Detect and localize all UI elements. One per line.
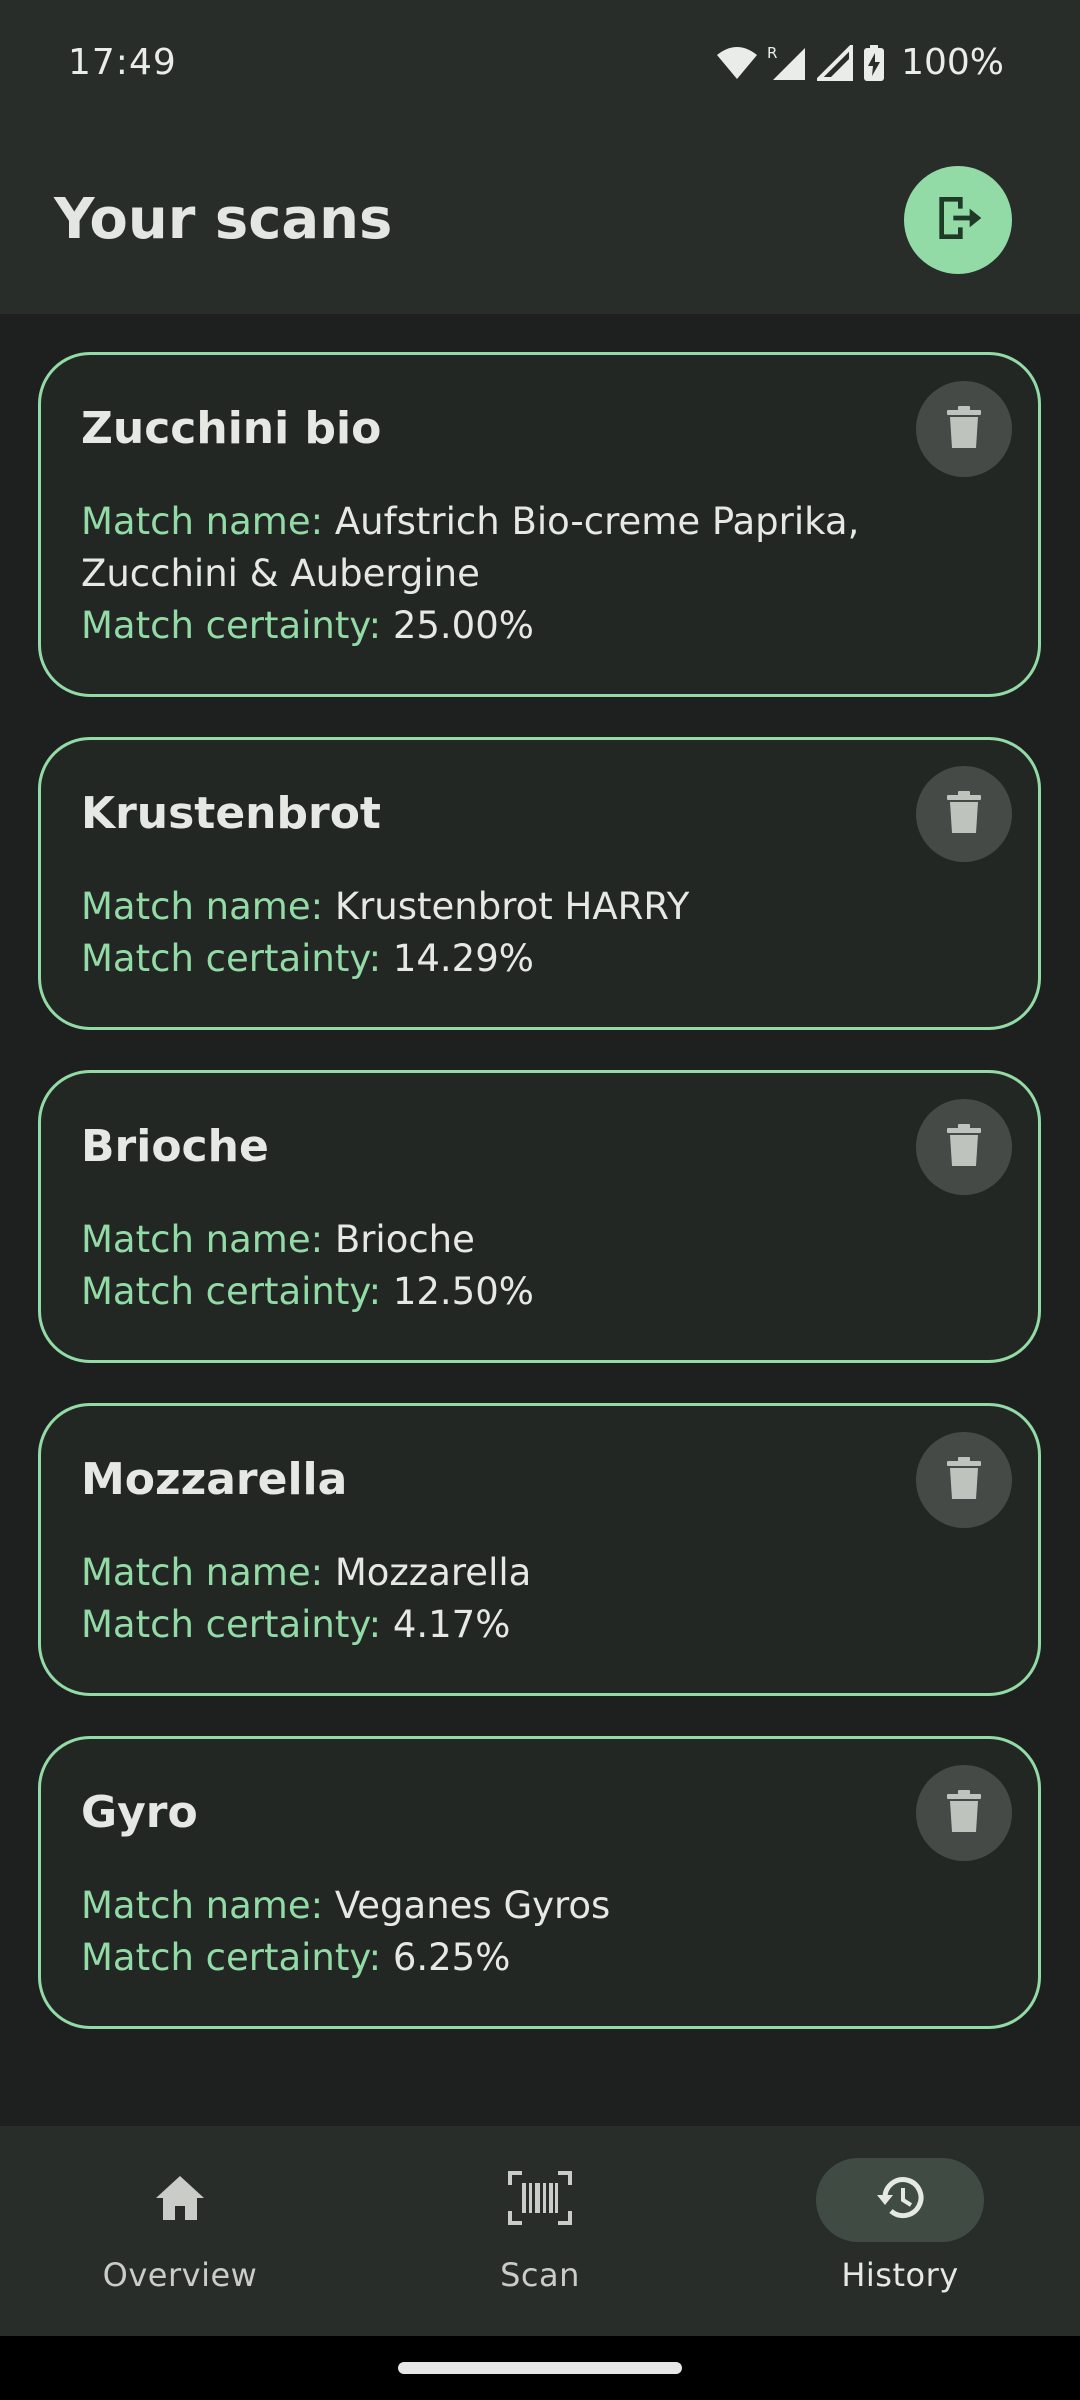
- match-name-line: Match name: Aufstrich Bio-creme Paprika,…: [81, 496, 998, 600]
- trash-icon: [947, 1124, 981, 1170]
- delete-button[interactable]: [916, 1099, 1012, 1195]
- match-name-label: Match name:: [81, 1218, 324, 1261]
- match-name-value: Veganes Gyros: [334, 1884, 611, 1927]
- signal-roaming-icon: R: [767, 44, 807, 82]
- scan-title: Mozzarella: [81, 1454, 348, 1505]
- match-name-label: Match name:: [81, 885, 324, 928]
- scan-title: Zucchini bio: [81, 403, 382, 454]
- match-certainty-line: Match certainty: 14.29%: [81, 933, 998, 985]
- match-name-line: Match name: Brioche: [81, 1214, 998, 1266]
- match-certainty-label: Match certainty:: [81, 937, 382, 980]
- match-name-line: Match name: Veganes Gyros: [81, 1880, 998, 1932]
- gesture-area: [0, 2336, 1080, 2400]
- nav-item-history[interactable]: History: [750, 2126, 1050, 2336]
- logout-icon: [930, 190, 986, 250]
- page-title: Your scans: [54, 187, 393, 252]
- home-gesture-handle[interactable]: [398, 2362, 682, 2374]
- signal-icon: [817, 44, 854, 81]
- status-icons: R 100%: [717, 42, 1004, 83]
- nav-icon-container: [96, 2158, 264, 2242]
- scan-card[interactable]: Mozzarella Match name: Mozzarella Match …: [38, 1403, 1041, 1696]
- scan-list: Zucchini bio Match name: Aufstrich Bio-c…: [38, 352, 1041, 2069]
- match-certainty-label: Match certainty:: [81, 1270, 382, 1313]
- scan-card[interactable]: Zucchini bio Match name: Aufstrich Bio-c…: [38, 352, 1041, 697]
- wifi-icon: [717, 46, 758, 80]
- bottom-nav: Overview Scan History: [0, 2126, 1080, 2336]
- status-time: 17:49: [68, 42, 177, 83]
- home-icon: [154, 2174, 206, 2226]
- delete-button[interactable]: [916, 381, 1012, 477]
- match-name-label: Match name:: [81, 1884, 324, 1927]
- nav-item-scan[interactable]: Scan: [390, 2126, 690, 2336]
- barcode-scan-icon: [508, 2171, 572, 2229]
- match-certainty-label: Match certainty:: [81, 1936, 382, 1979]
- scan-card[interactable]: Gyro Match name: Veganes Gyros Match cer…: [38, 1736, 1041, 2029]
- nav-label-history: History: [841, 2256, 959, 2294]
- scan-title: Brioche: [81, 1121, 269, 1172]
- delete-button[interactable]: [916, 766, 1012, 862]
- screen: 17:49 R 100% Your scans Zucchini bio Mat…: [0, 0, 1080, 2400]
- nav-icon-container: [816, 2158, 984, 2242]
- scan-title: Krustenbrot: [81, 788, 381, 839]
- trash-icon: [947, 791, 981, 837]
- status-bar: 17:49 R 100%: [0, 0, 1080, 125]
- nav-label-scan: Scan: [500, 2256, 580, 2294]
- match-certainty-label: Match certainty:: [81, 1603, 382, 1646]
- match-certainty-value: 6.25%: [392, 1936, 511, 1979]
- match-certainty-line: Match certainty: 4.17%: [81, 1599, 998, 1651]
- app-bar: Your scans: [0, 125, 1080, 314]
- match-certainty-label: Match certainty:: [81, 604, 382, 647]
- nav-item-overview[interactable]: Overview: [30, 2126, 330, 2336]
- scan-title: Gyro: [81, 1787, 198, 1838]
- scan-card[interactable]: Krustenbrot Match name: Krustenbrot HARR…: [38, 737, 1041, 1030]
- match-certainty-line: Match certainty: 25.00%: [81, 600, 998, 652]
- match-name-value: Brioche: [334, 1218, 475, 1261]
- trash-icon: [947, 1457, 981, 1503]
- svg-text:R: R: [767, 44, 777, 62]
- logout-button[interactable]: [904, 165, 1012, 274]
- match-name-label: Match name:: [81, 500, 324, 543]
- nav-label-overview: Overview: [102, 2256, 258, 2294]
- match-certainty-value: 4.17%: [392, 1603, 511, 1646]
- match-certainty-value: 14.29%: [392, 937, 534, 980]
- battery-percentage: 100%: [901, 42, 1004, 83]
- nav-icon-container: [456, 2158, 624, 2242]
- match-name-value: Krustenbrot HARRY: [334, 885, 690, 928]
- scan-card[interactable]: Brioche Match name: Brioche Match certai…: [38, 1070, 1041, 1363]
- match-certainty-line: Match certainty: 12.50%: [81, 1266, 998, 1318]
- history-icon: [873, 2173, 927, 2227]
- match-name-value: Mozzarella: [334, 1551, 532, 1594]
- match-name-line: Match name: Krustenbrot HARRY: [81, 881, 998, 933]
- trash-icon: [947, 406, 981, 452]
- match-certainty-value: 12.50%: [392, 1270, 534, 1313]
- battery-charging-icon: [863, 44, 885, 81]
- match-name-label: Match name:: [81, 1551, 324, 1594]
- trash-icon: [947, 1790, 981, 1836]
- match-name-line: Match name: Mozzarella: [81, 1547, 998, 1599]
- match-certainty-value: 25.00%: [392, 604, 534, 647]
- delete-button[interactable]: [916, 1432, 1012, 1528]
- match-certainty-line: Match certainty: 6.25%: [81, 1932, 998, 1984]
- delete-button[interactable]: [916, 1765, 1012, 1861]
